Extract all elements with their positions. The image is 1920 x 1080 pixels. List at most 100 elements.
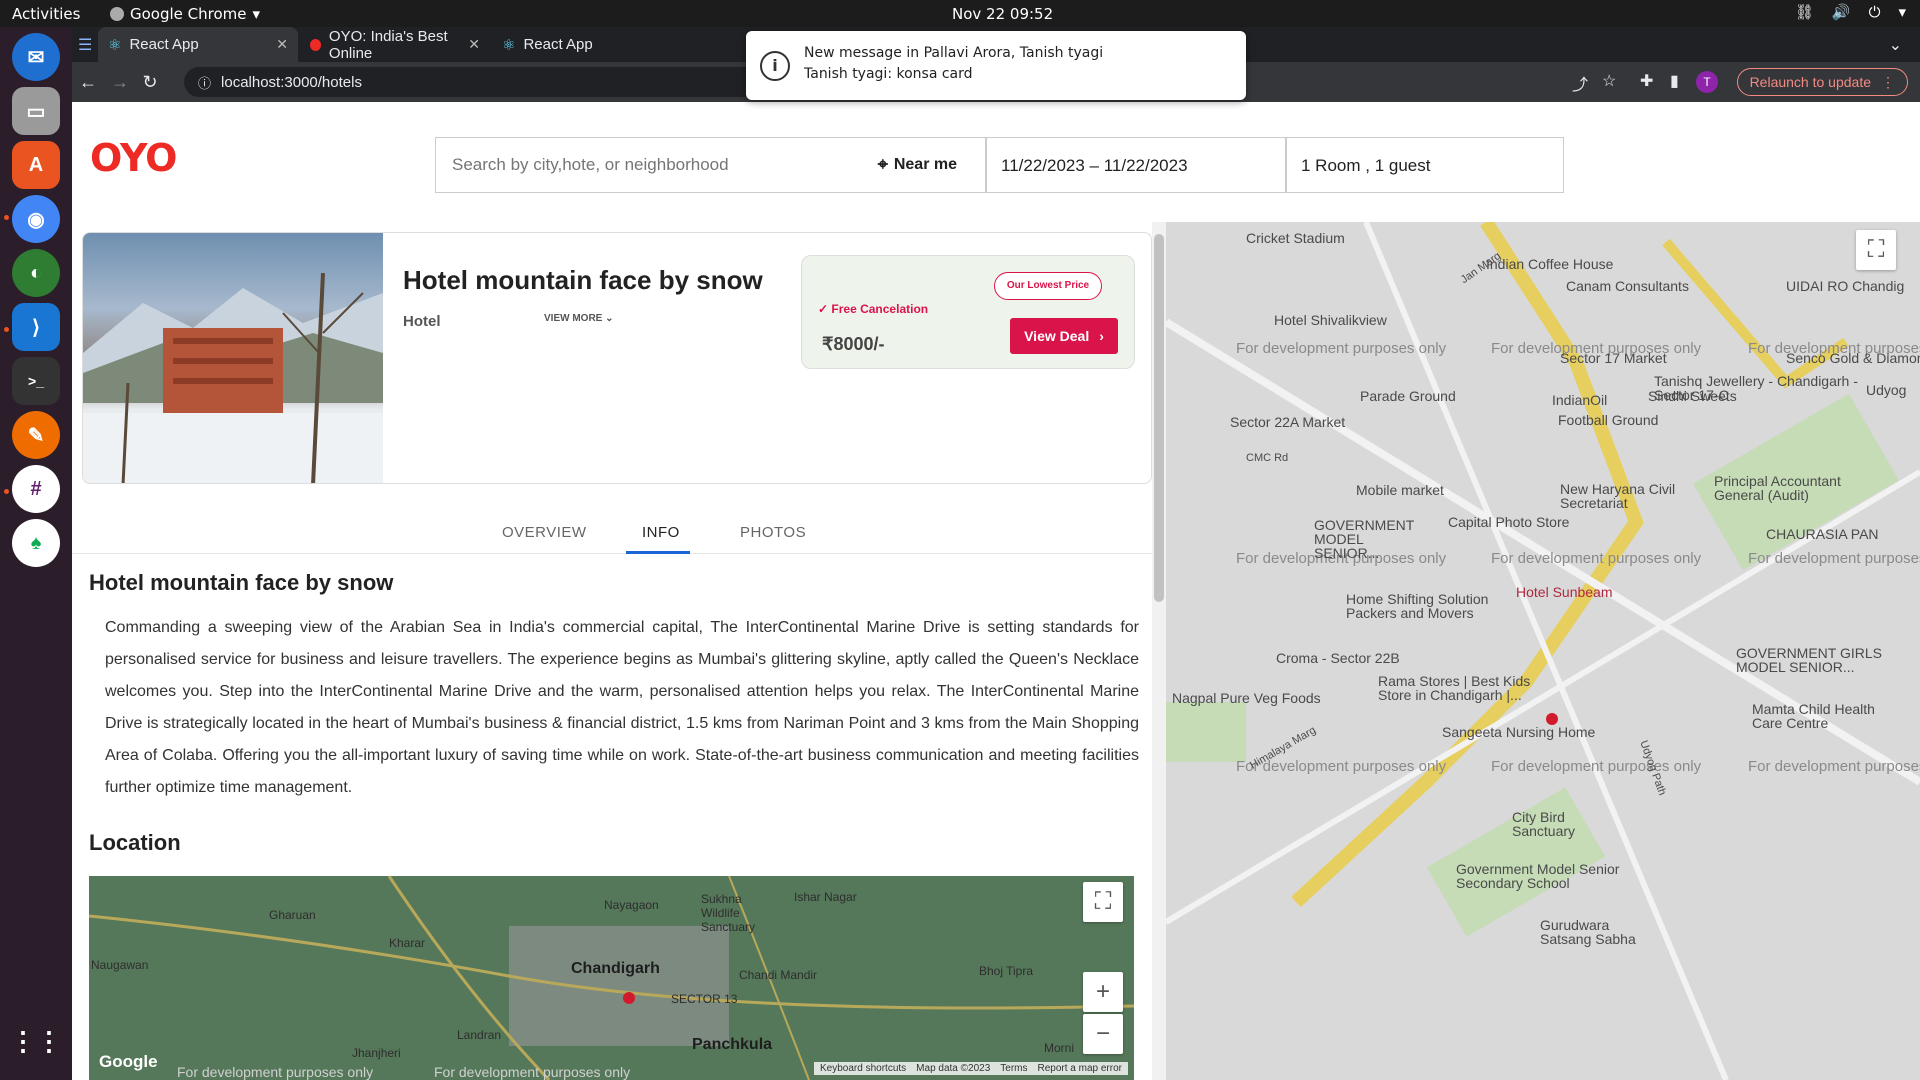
view-more-button[interactable]: VIEW MORE ⌄ <box>544 313 614 324</box>
active-tab-indicator <box>626 551 690 554</box>
hotel-type: Hotel <box>403 313 441 330</box>
tab-react-app-2[interactable]: ⚛ React App <box>492 27 672 62</box>
view-more-label: VIEW MORE <box>544 313 603 324</box>
map-label: Gharuan <box>269 908 316 922</box>
location-target-icon: ⌖ <box>877 154 888 174</box>
software-icon[interactable]: A <box>12 141 60 189</box>
bookmark-star-icon[interactable]: ☆ <box>1602 71 1616 91</box>
map-place: IndianOil <box>1552 392 1608 408</box>
notification-title: New message in Pallavi Arora, Tanish tya… <box>804 45 1104 61</box>
dev-watermark: For development purposes only <box>1748 758 1920 775</box>
relaunch-button[interactable]: Relaunch to update ⋮ <box>1736 68 1908 96</box>
profile-avatar[interactable]: T <box>1696 71 1718 93</box>
notification-body: Tanish tyagi: konsa card <box>804 66 973 82</box>
terms-link[interactable]: Terms <box>1000 1063 1027 1074</box>
map-place: Indian Coffee House <box>1486 256 1614 272</box>
keyboard-shortcuts-link[interactable]: Keyboard shortcuts <box>820 1063 906 1074</box>
hotel-details-panel: Hotel mountain face by snow Hotel VIEW M… <box>72 222 1152 1080</box>
extensions-icon[interactable]: ✚ <box>1640 71 1653 91</box>
info-icon: ⓘ <box>198 75 212 91</box>
hotel-description: Commanding a sweeping view of the Arabia… <box>105 619 1139 796</box>
dev-watermark: For development purposes only <box>434 1064 631 1080</box>
search-input[interactable] <box>450 154 850 176</box>
tab-search-icon[interactable]: ☰ <box>78 35 92 55</box>
terminal-icon[interactable]: >_ <box>12 357 60 405</box>
address-bar[interactable]: ⓘ localhost:3000/hotels <box>184 67 804 97</box>
map-place: City Bird Sanctuary <box>1512 809 1576 839</box>
chevron-down-icon: ▾ <box>252 5 261 23</box>
map-place: Capital Photo Store <box>1448 514 1570 530</box>
mongodb-icon[interactable]: ♠ <box>12 519 60 567</box>
clock[interactable]: Nov 22 09:52 <box>952 5 1053 23</box>
tab-list-icon[interactable]: ⌄ <box>1889 35 1902 55</box>
vscode-icon[interactable]: ⟩ <box>12 303 60 351</box>
tab-overview[interactable]: OVERVIEW <box>502 524 587 541</box>
running-indicator <box>4 327 9 332</box>
postman-icon[interactable]: ✎ <box>12 411 60 459</box>
relaunch-label: Relaunch to update <box>1749 74 1871 90</box>
map-data-text: Map data ©2023 <box>916 1063 991 1074</box>
map-city-label: Chandigarh <box>571 960 660 977</box>
chrome-app-icon <box>110 7 124 21</box>
price: ₹8000/- <box>822 334 885 354</box>
zoom-in-button[interactable]: + <box>1083 972 1123 1012</box>
detail-tabs: OVERVIEW INFO PHOTOS <box>72 514 1152 554</box>
zoom-out-button[interactable]: − <box>1083 1014 1123 1054</box>
react-icon: ⚛ <box>502 36 516 54</box>
results-map[interactable]: ⛶ For development purposes only For deve… <box>1166 222 1920 1080</box>
map-place: Senco Gold & Diamon <box>1786 350 1920 366</box>
close-icon[interactable]: ✕ <box>468 36 480 53</box>
thunderbird-icon[interactable]: ✉ <box>12 33 60 81</box>
tab-info[interactable]: INFO <box>642 524 680 541</box>
map-label: Sukhna Wildlife Sanctuary <box>701 892 756 934</box>
report-error-link[interactable]: Report a map error <box>1038 1063 1122 1074</box>
tab-photos[interactable]: PHOTOS <box>740 524 806 541</box>
tab-react-app[interactable]: ⚛ React App ✕ <box>98 27 298 62</box>
app-icon[interactable]: ◐ <box>12 249 60 297</box>
dev-watermark: For development purposes only <box>177 1064 374 1080</box>
show-apps-icon[interactable]: ⋮⋮ <box>10 1017 62 1065</box>
hotel-card: Hotel mountain face by snow Hotel VIEW M… <box>82 232 1152 484</box>
map-label: Ishar Nagar <box>794 890 857 904</box>
scrollbar-thumb[interactable] <box>1154 234 1164 602</box>
dev-watermark: For development purposes only <box>1491 758 1702 775</box>
chrome-icon[interactable]: ◉ <box>12 195 60 243</box>
activities-button[interactable]: Activities <box>12 5 80 23</box>
map-label: Morni <box>1044 1041 1075 1055</box>
guests-selector[interactable]: 1 Room , 1 guest <box>1286 137 1564 193</box>
tab-oyo[interactable]: OYO: India's Best Online ✕ <box>300 27 490 62</box>
map-label: Landran <box>457 1028 502 1042</box>
dock: ✉ ▭ A ◉ ◐ ⟩ >_ ✎ # ♠ ⋮⋮ <box>0 27 72 1080</box>
slack-icon[interactable]: # <box>12 465 60 513</box>
share-icon[interactable]: ⤴ <box>1572 71 1588 95</box>
view-deal-button[interactable]: View Deal › <box>1010 318 1118 354</box>
reload-icon[interactable]: ↻ <box>138 70 162 94</box>
map-place: Udyog <box>1866 382 1907 398</box>
map-place: Gurudwara Satsang Sabha <box>1540 917 1636 947</box>
back-icon[interactable]: ← <box>76 70 100 94</box>
lowest-price-badge: Our Lowest Price <box>994 272 1102 300</box>
oyo-logo[interactable]: OYO <box>90 136 177 180</box>
location-map[interactable]: Gharuan Naugawan Kharar Nayagaon Sukhna … <box>89 876 1134 1080</box>
map-place: CMC Rd <box>1246 452 1289 464</box>
view-deal-label: View Deal <box>1024 328 1090 344</box>
hotel-image[interactable] <box>83 233 383 483</box>
close-icon[interactable]: ✕ <box>276 36 288 53</box>
map-place: Principal Accountant General (Audit) <box>1714 473 1841 503</box>
url-text: localhost:3000/hotels <box>221 73 362 91</box>
info-icon: i <box>760 51 790 81</box>
notification-banner[interactable]: i New message in Pallavi Arora, Tanish t… <box>746 31 1246 100</box>
date-range-picker[interactable]: 11/22/2023 – 11/22/2023 <box>986 137 1286 193</box>
files-icon[interactable]: ▭ <box>12 87 60 135</box>
fullscreen-icon[interactable]: ⛶ <box>1083 882 1123 922</box>
side-panel-icon[interactable]: ▮ <box>1670 71 1679 91</box>
fullscreen-icon[interactable]: ⛶ <box>1856 230 1896 270</box>
map-place: GOVERNMENT GIRLS MODEL SENIOR... <box>1736 645 1882 675</box>
map-label: Kharar <box>389 936 426 950</box>
scrollbar[interactable] <box>1152 222 1166 1080</box>
system-tray[interactable]: ⛓ 🔊 ⏻ ▾ <box>1795 3 1906 21</box>
near-me-button[interactable]: ⌖ Near me <box>878 154 957 175</box>
free-cancelation: ✓ Free Cancelation <box>818 302 928 316</box>
app-menu[interactable]: Google Chrome ▾ <box>110 5 260 23</box>
forward-icon[interactable]: → <box>108 70 132 94</box>
